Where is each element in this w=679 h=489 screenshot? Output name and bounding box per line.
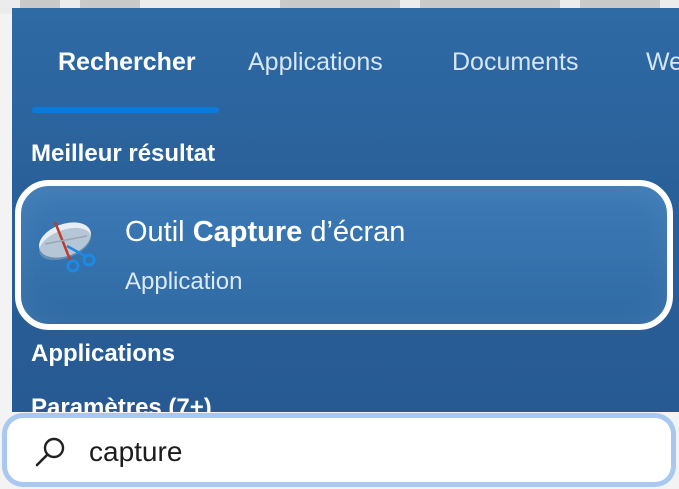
tab-search[interactable]: Rechercher — [58, 48, 196, 77]
tab-web[interactable]: We — [646, 48, 679, 77]
best-match-heading: Meilleur résultat — [31, 140, 216, 167]
search-input[interactable]: capture — [89, 436, 182, 468]
active-tab-indicator — [32, 107, 219, 113]
settings-heading[interactable]: Paramètres (7+) — [31, 394, 212, 412]
search-results-panel: Rechercher Applications Documents We Mei… — [12, 8, 679, 412]
search-tabs: Rechercher Applications Documents We — [12, 8, 679, 118]
best-match-title: Outil Capture d’écran — [125, 216, 405, 249]
best-match-type: Application — [125, 268, 243, 295]
title-prefix: Outil — [125, 216, 193, 248]
tab-documents[interactable]: Documents — [452, 48, 578, 77]
search-box[interactable]: capture — [7, 418, 671, 482]
search-icon — [35, 437, 65, 467]
snipping-tool-icon — [39, 221, 96, 273]
best-match-result[interactable]: Outil Capture d’écran Application — [15, 180, 673, 330]
tab-applications[interactable]: Applications — [248, 48, 383, 77]
title-highlight: Capture — [192, 216, 303, 248]
title-suffix: d’écran — [302, 216, 406, 248]
applications-heading[interactable]: Applications — [31, 340, 175, 368]
